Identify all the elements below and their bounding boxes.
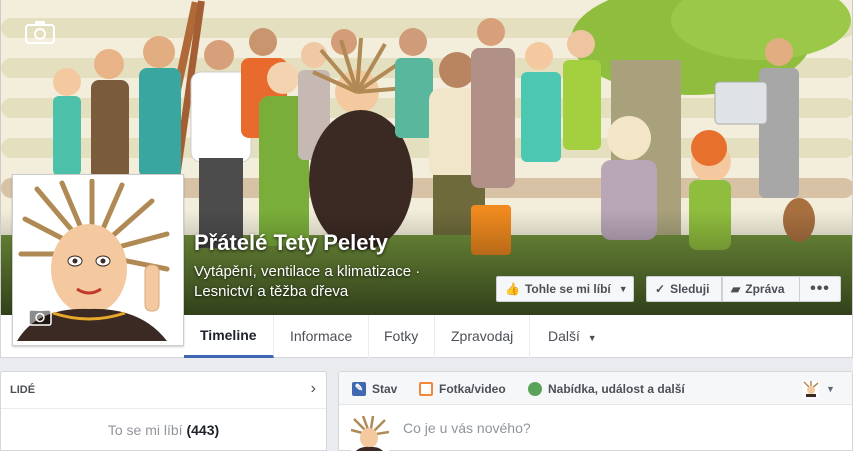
tab-info[interactable]: Informace [274, 315, 370, 358]
thumbs-up-icon: 👍 [505, 282, 520, 296]
post-composer: ✎ Stav Fotka/video Nabídka, událost a da… [338, 371, 853, 451]
chevron-down-icon: ▼ [587, 333, 597, 343]
likes-summary[interactable]: To se mi líbí (443) [1, 422, 326, 438]
page-avatar-icon [803, 380, 819, 397]
people-card: LIDÉ › To se mi líbí (443) [0, 371, 327, 451]
speech-bubble-icon: ▰ [731, 282, 741, 296]
composer-tabs: ✎ Stav Fotka/video Nabídka, událost a da… [339, 372, 852, 405]
tab-status[interactable]: ✎ Stav [352, 372, 397, 405]
category-line-2[interactable]: Lesnictví a těžba dřeva [194, 282, 484, 302]
follow-label: Sleduji [670, 282, 710, 296]
tab-offer-event[interactable]: Nabídka, událost a další [528, 372, 685, 405]
facebook-page: Přátelé Tety Pelety Vytápění, ventilace … [0, 0, 853, 451]
composer-avatar [351, 416, 389, 451]
tab-more[interactable]: Další ▼ [532, 315, 613, 358]
pencil-icon: ✎ [352, 381, 366, 396]
like-label: Tohle se mi líbí [524, 282, 611, 296]
tab-photos[interactable]: Fotky [368, 315, 436, 358]
chevron-down-icon: ▼ [826, 383, 835, 394]
chevron-down-icon: ▼ [618, 284, 628, 294]
divider [1, 408, 326, 409]
message-button[interactable]: ▰ Zpráva [722, 276, 800, 302]
like-button[interactable]: 👍 Tohle se mi líbí ▼ [496, 276, 634, 302]
people-title[interactable]: LIDÉ [10, 384, 35, 396]
chevron-right-icon[interactable]: › [311, 380, 316, 398]
page-category[interactable]: Vytápění, ventilace a klimatizace · Lesn… [194, 262, 484, 302]
camera-icon[interactable] [28, 306, 52, 326]
tab-photo-video[interactable]: Fotka/video [419, 372, 506, 405]
ellipsis-icon: ••• [810, 280, 830, 297]
tab-photo-label: Fotka/video [439, 381, 506, 396]
page-title[interactable]: Přátelé Tety Pelety [194, 230, 388, 256]
tab-timeline[interactable]: Timeline [184, 315, 274, 358]
status-input[interactable]: Co je u vás nového? [403, 420, 531, 436]
camera-icon[interactable] [25, 20, 55, 44]
tab-offer-label: Nabídka, událost a další [548, 381, 685, 396]
checkmark-icon: ✓ [655, 282, 666, 296]
likes-count: (443) [186, 422, 220, 438]
offer-icon [528, 381, 542, 396]
post-as-selector[interactable]: ▼ [803, 372, 835, 405]
tab-more-label: Další [548, 328, 580, 344]
likes-label: To se mi líbí [107, 422, 183, 438]
tab-newsletter[interactable]: Zpravodaj [435, 315, 531, 358]
category-line-1[interactable]: Vytápění, ventilace a klimatizace · [194, 262, 484, 282]
message-label: Zpráva [745, 282, 785, 296]
photo-icon [419, 381, 433, 396]
tab-status-label: Stav [372, 381, 398, 396]
more-options-button[interactable]: ••• [799, 276, 841, 302]
follow-button[interactable]: ✓ Sleduji [646, 276, 722, 302]
